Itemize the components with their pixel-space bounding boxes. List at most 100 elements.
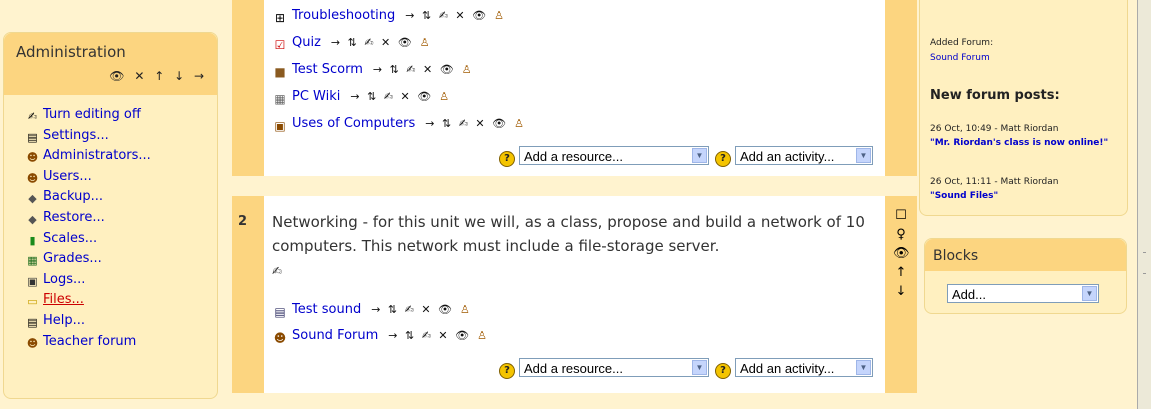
glossary-icon: ▣ xyxy=(274,119,286,133)
chevron-down-icon[interactable]: ▼ xyxy=(692,360,707,375)
section-adders: ? Add a resource... ▼? Add an activity... ▼ xyxy=(499,358,873,379)
roles-icon[interactable]: ♙ xyxy=(439,90,451,103)
activity-troubleshooting[interactable]: ⊞ Troubleshooting → ⇅ ✍ ✕ 👁 ♙ xyxy=(272,8,506,26)
roles-icon[interactable]: ♙ xyxy=(460,303,472,316)
recent-activity-block: Added Forum: Sound Forum New forum posts… xyxy=(919,0,1128,216)
admin-item-turn-editing-off[interactable]: ✍ Turn editing off xyxy=(4,105,217,126)
highlight-icon[interactable]: ☐ xyxy=(893,206,909,225)
admin-item-label[interactable]: Scales... xyxy=(43,231,97,246)
chevron-down-icon[interactable]: ▼ xyxy=(1082,286,1097,301)
add-activity-value: Add an activity... xyxy=(740,149,835,164)
activity-controls[interactable]: → ⇅ ✍ ✕ 👁 ♙ xyxy=(373,63,474,76)
window-scrollbar[interactable] xyxy=(1137,0,1151,409)
admin-item-teacher-forum[interactable]: ☻ Teacher forum xyxy=(4,332,217,353)
wiki-icon: ▦ xyxy=(274,92,286,106)
activity-link[interactable]: Sound Forum xyxy=(292,328,378,343)
activity-sound-forum[interactable]: ☻ Sound Forum → ⇅ ✍ ✕ 👁 ♙ xyxy=(272,328,489,346)
admin-item-label[interactable]: Grades... xyxy=(43,251,102,266)
admin-item-logs[interactable]: ▣ Logs... xyxy=(4,270,217,291)
roles-icon[interactable]: ♙ xyxy=(494,9,506,22)
admin-item-help[interactable]: ▤ Help... xyxy=(4,311,217,332)
activity-link[interactable]: Test Scorm xyxy=(292,62,363,77)
blocks-title: Blocks xyxy=(933,248,979,264)
added-forum-link[interactable]: Sound Forum xyxy=(930,53,990,63)
course-section: ⊞ Troubleshooting → ⇅ ✍ ✕ 👁 ♙ ☑ Quiz → ⇅ ✍ ✕ … xyxy=(232,0,917,176)
chevron-down-icon[interactable]: ▼ xyxy=(856,360,871,375)
admin-item-label[interactable]: Restore... xyxy=(43,210,105,225)
admin-item-files[interactable]: ▭ Files... xyxy=(4,290,217,311)
block-controls[interactable]: 👁 ✕ ↑ ↓ → xyxy=(109,69,207,83)
move-up-icon[interactable]: ↑ xyxy=(893,263,909,282)
activity-controls[interactable]: → ⇅ ✍ ✕ 👁 ♙ xyxy=(371,303,472,316)
help-icon[interactable]: ? xyxy=(499,151,515,167)
admin-item-label[interactable]: Turn editing off xyxy=(43,107,141,122)
activity-controls[interactable]: → ⇅ ✍ ✕ 👁 ♙ xyxy=(350,90,451,103)
restore-icon: ◆ xyxy=(28,212,37,226)
activity-controls[interactable]: → ⇅ ✍ ✕ 👁 ♙ xyxy=(425,117,526,130)
activity-link[interactable]: Troubleshooting xyxy=(292,8,395,23)
roles-icon[interactable]: ♙ xyxy=(420,36,432,49)
admin-item-users[interactable]: ☻ Users... xyxy=(4,167,217,188)
admin-item-label[interactable]: Administrators... xyxy=(43,148,151,163)
admin-item-label[interactable]: Settings... xyxy=(43,128,109,143)
course-sections: ⊞ Troubleshooting → ⇅ ✍ ✕ 👁 ♙ ☑ Quiz → ⇅ ✍ ✕ … xyxy=(232,0,917,409)
control-icons[interactable]: → ⇅ ✍ ✕ 👁 xyxy=(425,117,508,130)
roles-icon[interactable]: ♙ xyxy=(462,63,474,76)
activity-link[interactable]: Test sound xyxy=(292,302,361,317)
activity-uses-of-computers[interactable]: ▣ Uses of Computers → ⇅ ✍ ✕ 👁 ♙ xyxy=(272,116,526,134)
activity-quiz[interactable]: ☑ Quiz → ⇅ ✍ ✕ 👁 ♙ xyxy=(272,35,432,53)
admin-item-backup[interactable]: ◆ Backup... xyxy=(4,187,217,208)
admin-item-settings[interactable]: ▤ Settings... xyxy=(4,126,217,147)
control-icons[interactable]: → ⇅ ✍ ✕ 👁 xyxy=(388,329,471,342)
control-icons[interactable]: → ⇅ ✍ ✕ 👁 xyxy=(373,63,456,76)
help-icon[interactable]: ? xyxy=(715,363,731,379)
add-activity-select[interactable]: Add an activity... ▼ xyxy=(735,358,873,377)
chevron-down-icon[interactable]: ▼ xyxy=(692,148,707,163)
admin-item-label[interactable]: Backup... xyxy=(43,189,103,204)
roles-icon[interactable]: ♙ xyxy=(477,329,489,342)
admin-item-label[interactable]: Help... xyxy=(43,313,85,328)
activity-controls[interactable]: → ⇅ ✍ ✕ 👁 ♙ xyxy=(331,36,432,49)
added-forum-label: Added Forum: xyxy=(930,38,994,48)
post-link[interactable]: "Sound Files" xyxy=(930,191,998,201)
control-icons[interactable]: → ⇅ ✍ ✕ 👁 xyxy=(371,303,454,316)
admin-item-grades[interactable]: ▦ Grades... xyxy=(4,249,217,270)
backup-icon: ◆ xyxy=(28,192,37,206)
control-icons[interactable]: → ⇅ ✍ ✕ 👁 xyxy=(331,36,414,49)
admin-item-label[interactable]: Teacher forum xyxy=(43,334,136,349)
admin-item-restore[interactable]: ◆ Restore... xyxy=(4,208,217,229)
post-meta: 26 Oct, 11:11 - Matt Riordan xyxy=(930,177,1059,187)
edit-summary-icon[interactable]: ✍ xyxy=(272,264,282,278)
users-icon: ☻ xyxy=(26,171,39,185)
post-link[interactable]: "Mr. Riordan's class is now online!" xyxy=(930,138,1108,148)
help-icon[interactable]: ? xyxy=(715,151,731,167)
activity-link[interactable]: PC Wiki xyxy=(292,89,340,104)
help-icon[interactable]: ? xyxy=(499,363,515,379)
admin-item-administrators[interactable]: ☻ Administrators... xyxy=(4,146,217,167)
forum-icon: ☻ xyxy=(26,336,39,350)
activity-test-sound[interactable]: ▤ Test sound → ⇅ ✍ ✕ 👁 ♙ xyxy=(272,302,472,320)
activity-controls[interactable]: → ⇅ ✍ ✕ 👁 ♙ xyxy=(388,329,489,342)
admin-item-scales[interactable]: ▮ Scales... xyxy=(4,229,217,250)
control-icons[interactable]: → ⇅ ✍ ✕ 👁 xyxy=(405,9,488,22)
mark-current-icon[interactable]: ♀ xyxy=(893,225,909,244)
scrollbar-grip[interactable] xyxy=(1143,252,1146,274)
visibility-icon[interactable]: 👁 xyxy=(893,244,910,263)
add-block-select[interactable]: Add... ▼ xyxy=(947,284,1099,303)
roles-icon[interactable]: ♙ xyxy=(514,117,526,130)
chevron-down-icon[interactable]: ▼ xyxy=(856,148,871,163)
admin-item-label[interactable]: Logs... xyxy=(43,272,85,287)
admin-item-label[interactable]: Files... xyxy=(43,292,84,307)
add-resource-select[interactable]: Add a resource... ▼ xyxy=(519,358,709,377)
section-controls: ☐ ♀ 👁 ↑ ↓ xyxy=(893,206,910,301)
activity-link[interactable]: Quiz xyxy=(292,35,321,50)
activity-test-scorm[interactable]: ■ Test Scorm → ⇅ ✍ ✕ 👁 ♙ xyxy=(272,62,474,80)
activity-pc-wiki[interactable]: ▦ PC Wiki → ⇅ ✍ ✕ 👁 ♙ xyxy=(272,89,451,107)
move-down-icon[interactable]: ↓ xyxy=(893,282,909,301)
add-resource-select[interactable]: Add a resource... ▼ xyxy=(519,146,709,165)
activity-link[interactable]: Uses of Computers xyxy=(292,116,415,131)
control-icons[interactable]: → ⇅ ✍ ✕ 👁 xyxy=(350,90,433,103)
admin-item-label[interactable]: Users... xyxy=(43,169,92,184)
add-activity-select[interactable]: Add an activity... ▼ xyxy=(735,146,873,165)
activity-controls[interactable]: → ⇅ ✍ ✕ 👁 ♙ xyxy=(405,9,506,22)
